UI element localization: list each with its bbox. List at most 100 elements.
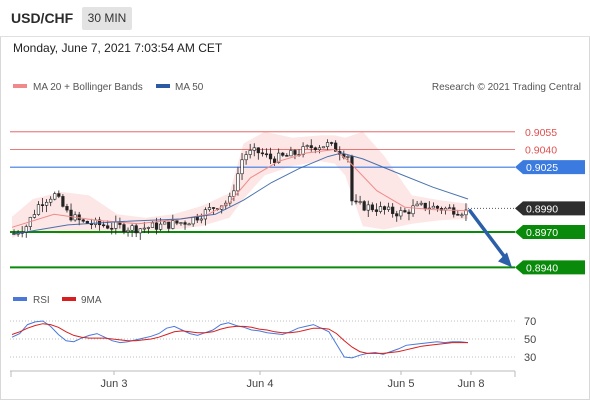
candle-body: [138, 228, 142, 234]
candle-body: [240, 159, 244, 175]
candle-body: [102, 224, 106, 227]
candle-body: [154, 222, 159, 230]
candle-body: [130, 225, 134, 231]
candle-body: [191, 216, 195, 225]
candle-body: [313, 147, 317, 151]
candle-body: [325, 142, 330, 148]
candle-body: [281, 152, 285, 156]
candle-body: [456, 213, 460, 216]
rsi-plot: 70 50 30: [10, 316, 536, 364]
price-legend: MA 20 + Bollinger Bands MA 50 Research ©…: [13, 82, 581, 93]
candle-body: [236, 173, 240, 192]
support-label: 0.8970: [526, 227, 558, 239]
candle-body: [256, 147, 260, 154]
rsi-legend: RSI 9MA: [13, 295, 102, 306]
candle-body: [110, 227, 114, 230]
candle-body: [122, 224, 126, 233]
candle-body: [370, 204, 374, 211]
candle-body: [199, 218, 203, 221]
rsi-legend-swatch: [13, 297, 27, 301]
candle-body: [268, 153, 273, 160]
candle-body: [183, 222, 187, 225]
credit-text: Research © 2021 Trading Central: [432, 82, 581, 93]
candle-body: [134, 225, 138, 234]
candle-body: [45, 201, 49, 206]
price-plot: 0.9055 0.9040 0.9025 0.8990 0.8970 0.8940: [10, 127, 585, 275]
candle-body: [415, 203, 419, 207]
candle-body: [387, 206, 391, 210]
candle-body: [106, 225, 110, 229]
time-tick-label: Jun 4: [247, 378, 274, 390]
candle-body: [36, 204, 41, 215]
candle-body: [309, 145, 313, 149]
bollinger-band: [12, 131, 468, 238]
candle-body: [460, 214, 464, 217]
candle-body: [403, 210, 407, 213]
candle-body: [69, 209, 73, 221]
candle-body: [65, 206, 69, 211]
candle-body: [435, 205, 440, 209]
candle-body: [171, 220, 175, 229]
candle-body: [244, 154, 248, 161]
candle-body: [419, 202, 423, 205]
candle-body: [260, 152, 264, 155]
candle-body: [81, 219, 85, 222]
rsi-legend-label: RSI: [33, 295, 50, 306]
candle-body: [289, 150, 293, 157]
candle-body: [179, 222, 183, 224]
candle-body: [354, 200, 358, 203]
candle-body: [207, 207, 212, 211]
candle-body: [264, 153, 269, 156]
candle-body: [431, 205, 435, 209]
candle-body: [378, 206, 383, 212]
forecast-arrowhead: [498, 252, 512, 268]
candle-body: [195, 216, 199, 221]
candle-body: [167, 221, 171, 229]
rsi-ma-legend-label: 9MA: [81, 295, 102, 306]
resistance-label: 0.9055: [525, 127, 557, 139]
ma50-legend-swatch: [156, 84, 170, 88]
candle-body: [362, 201, 366, 211]
rsi-tick-label: 50: [524, 334, 536, 346]
time-axis: Jun 3 Jun 4 Jun 5 Jun 8: [10, 370, 516, 390]
rsi-tick-label: 70: [524, 316, 536, 328]
time-tick-label: Jun 8: [458, 378, 485, 390]
candle-body: [452, 207, 456, 215]
pivot-label: 0.9025: [526, 162, 558, 174]
candle-body: [293, 150, 297, 155]
candle-body: [114, 221, 118, 229]
candle-body: [399, 210, 403, 217]
ma50-legend-label: MA 50: [175, 82, 204, 93]
candle-body: [187, 223, 191, 226]
candle-body: [382, 206, 387, 210]
candle-body: [57, 193, 61, 197]
candle-body: [32, 214, 36, 218]
candle-body: [358, 201, 362, 203]
candle-body: [411, 205, 415, 215]
candle-body: [374, 209, 378, 212]
candle-body: [285, 155, 289, 157]
price-chart: MA 20 + Bollinger Bands MA 50 Research ©…: [10, 82, 585, 390]
candle-body: [142, 227, 146, 230]
candle-body: [346, 156, 350, 158]
candle-body: [146, 227, 150, 229]
support-label: 0.8940: [526, 262, 558, 274]
rsi-tick-label: 30: [524, 352, 536, 364]
candle-body: [305, 145, 309, 147]
candle-body: [252, 147, 256, 151]
forecast-arrow: [468, 209, 510, 264]
candle-body: [248, 150, 252, 155]
candle-body: [366, 204, 370, 211]
candle-body: [317, 147, 321, 151]
time-tick-label: Jun 3: [101, 378, 128, 390]
candle-body: [175, 220, 179, 224]
candle-body: [321, 146, 326, 149]
candle-body: [395, 213, 399, 217]
candle-body: [448, 207, 452, 210]
resistance-label: 0.9040: [525, 144, 557, 156]
candle-body: [40, 204, 45, 206]
last-price-label: 0.8990: [526, 203, 558, 215]
rsi-ma-legend-swatch: [62, 297, 76, 301]
candle-body: [150, 222, 155, 228]
candle-body: [391, 206, 395, 214]
